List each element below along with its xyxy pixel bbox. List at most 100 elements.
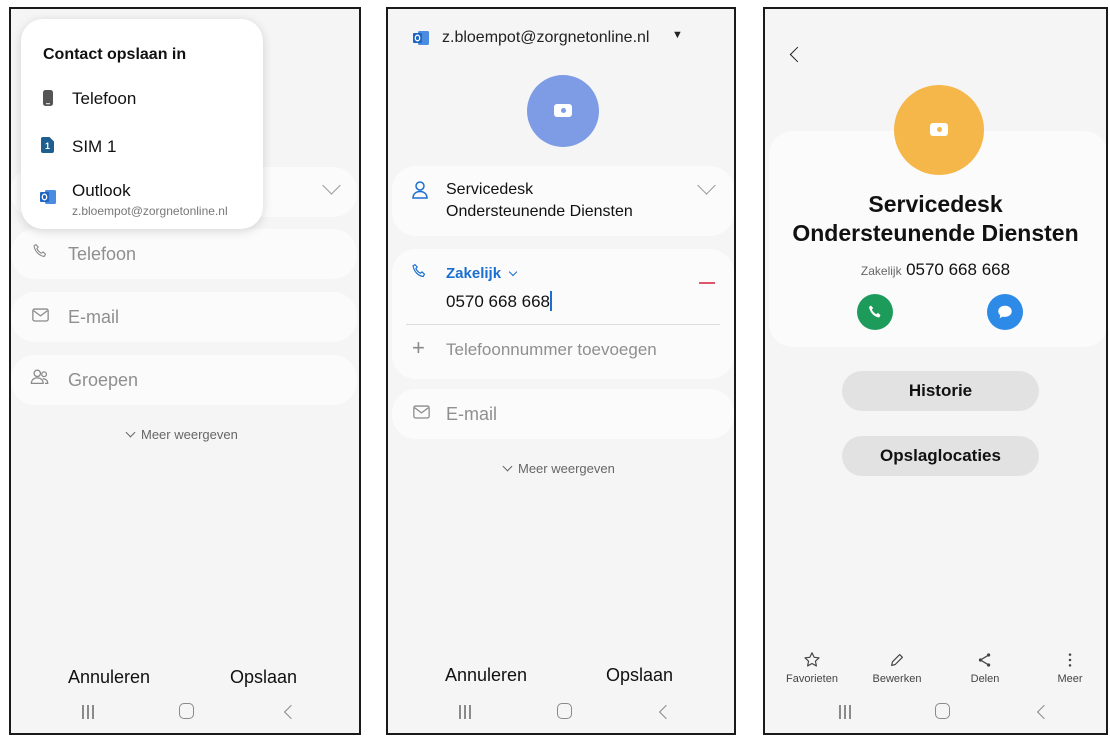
system-nav-bar <box>765 693 1106 733</box>
popup-title: Contact opslaan in <box>43 46 187 63</box>
home-icon[interactable] <box>557 703 572 719</box>
share-button[interactable]: Delen <box>952 651 1018 685</box>
chevron-down-icon <box>125 427 136 438</box>
contact-name-line1: Servicedesk <box>868 191 1003 217</box>
edit-button[interactable]: Bewerken <box>864 651 930 685</box>
phone-number-input[interactable]: 0570 668 668 <box>446 291 552 312</box>
dropdown-triangle-icon: ▼ <box>672 29 683 41</box>
phone-icon <box>31 242 49 265</box>
share-label: Delen <box>970 673 1000 685</box>
storage-locations-button[interactable]: Opslaglocaties <box>842 436 1039 476</box>
sim-number: 1 <box>45 141 50 151</box>
contact-photo <box>894 85 984 175</box>
more-options-button[interactable]: Meer <box>1037 651 1103 685</box>
show-more-link[interactable]: Meer weergeven <box>502 461 615 476</box>
chevron-down-icon[interactable] <box>697 176 716 195</box>
phone-number[interactable]: 0570 668 668 <box>906 260 1010 279</box>
phone-icon <box>410 262 428 285</box>
system-nav-bar <box>388 693 734 733</box>
contact-name: Servicedesk Ondersteunende Diensten <box>765 190 1106 248</box>
option-phone[interactable]: Telefoon <box>21 77 263 117</box>
email-field[interactable]: E-mail <box>11 292 357 342</box>
contact-photo-picker[interactable] <box>527 75 599 147</box>
add-phone-row[interactable]: + Telefoonnummer toevoegen <box>392 327 734 375</box>
message-button[interactable] <box>987 294 1023 330</box>
edit-label: Bewerken <box>872 673 922 685</box>
name-first-line: Servicedesk <box>446 181 534 198</box>
favorites-label: Favorieten <box>786 673 838 685</box>
option-phone-label: Telefoon <box>72 89 137 108</box>
option-sim1-label: SIM 1 <box>72 137 117 156</box>
option-outlook-label: Outlook <box>72 181 131 200</box>
back-icon[interactable] <box>283 704 299 720</box>
home-icon[interactable] <box>935 703 950 719</box>
email-field-label: E-mail <box>446 404 498 424</box>
show-more-label: Meer weergeven <box>141 427 238 442</box>
phone-section-card: Zakelijk 0570 668 668 + Telefoonnummer t… <box>392 249 734 379</box>
screen-save-contact-location: Telefoon E-mail Groepen Meer weergeven C… <box>9 7 361 735</box>
back-arrow-icon[interactable] <box>789 46 806 63</box>
account-email: z.bloempot@zorgnetonline.nl <box>442 29 650 46</box>
more-vertical-icon <box>1037 651 1103 673</box>
show-more-link[interactable]: Meer weergeven <box>125 427 238 442</box>
chevron-down-icon[interactable] <box>322 176 341 195</box>
email-field-label: E-mail <box>68 307 120 327</box>
phone-field[interactable]: Telefoon <box>11 229 357 279</box>
phone-device-icon <box>41 89 55 112</box>
save-button[interactable]: Opslaan <box>230 667 297 688</box>
chevron-down-icon <box>502 461 513 472</box>
phone-type-label: Zakelijk <box>446 265 502 282</box>
groups-field-label: Groepen <box>68 370 139 390</box>
phone-type-label: Zakelijk <box>860 264 902 278</box>
contact-phone-line: Zakelijk 0570 668 668 <box>765 260 1106 280</box>
back-icon[interactable] <box>1036 704 1052 720</box>
recents-icon[interactable] <box>838 705 852 719</box>
save-button[interactable]: Opslaan <box>606 665 673 686</box>
system-nav-bar <box>11 693 359 733</box>
email-field[interactable]: E-mail <box>392 389 734 439</box>
sim-icon: 1 <box>40 136 55 159</box>
remove-phone-button[interactable] <box>699 282 715 284</box>
screen-contact-details: Servicedesk Ondersteunende Diensten Zake… <box>763 7 1108 735</box>
option-sim1[interactable]: 1 SIM 1 <box>21 125 263 165</box>
recents-icon[interactable] <box>458 705 472 719</box>
show-more-label: Meer weergeven <box>518 461 615 476</box>
camera-icon <box>930 123 948 136</box>
divider <box>406 324 720 325</box>
chevron-down-icon <box>508 267 518 277</box>
phone-number-value: 0570 668 668 <box>446 292 550 311</box>
favorites-button[interactable]: Favorieten <box>779 651 845 685</box>
plus-icon: + <box>412 335 425 360</box>
mail-icon <box>32 306 49 327</box>
groups-field[interactable]: Groepen <box>11 355 357 405</box>
outlook-icon <box>39 189 57 210</box>
person-icon <box>412 181 428 204</box>
history-button[interactable]: Historie <box>842 371 1039 411</box>
pencil-icon <box>864 651 930 673</box>
phone-field-label: Telefoon <box>68 244 137 264</box>
option-outlook[interactable]: Outlook z.bloempot@zorgnetonline.nl <box>21 175 263 223</box>
save-location-popup: Contact opslaan in Telefoon 1 SIM 1 Outl… <box>21 19 263 229</box>
cancel-button[interactable]: Annuleren <box>445 665 527 686</box>
name-field-card[interactable]: Servicedesk Ondersteunende Diensten <box>392 166 734 236</box>
text-cursor <box>550 291 552 311</box>
name-second-line: Ondersteunende Diensten <box>446 203 633 220</box>
star-icon <box>779 651 845 673</box>
back-icon[interactable] <box>658 704 674 720</box>
share-icon <box>952 651 1018 673</box>
message-bubble-icon <box>996 303 1014 326</box>
screen-edit-contact: z.bloempot@zorgnetonline.nl ▼ Servicedes… <box>386 7 736 735</box>
home-icon[interactable] <box>179 703 194 719</box>
phone-icon <box>866 303 884 326</box>
phone-type-selector[interactable]: Zakelijk <box>446 265 518 282</box>
add-phone-label: Telefoonnummer toevoegen <box>446 340 657 359</box>
option-outlook-account: z.bloempot@zorgnetonline.nl <box>72 204 228 218</box>
outlook-icon <box>412 30 430 51</box>
cancel-button[interactable]: Annuleren <box>68 667 150 688</box>
call-button[interactable] <box>857 294 893 330</box>
group-icon <box>30 368 50 391</box>
mail-icon <box>413 403 430 424</box>
contact-name-line2: Ondersteunende Diensten <box>792 220 1079 246</box>
more-label: Meer <box>1057 673 1083 685</box>
recents-icon[interactable] <box>81 705 95 719</box>
